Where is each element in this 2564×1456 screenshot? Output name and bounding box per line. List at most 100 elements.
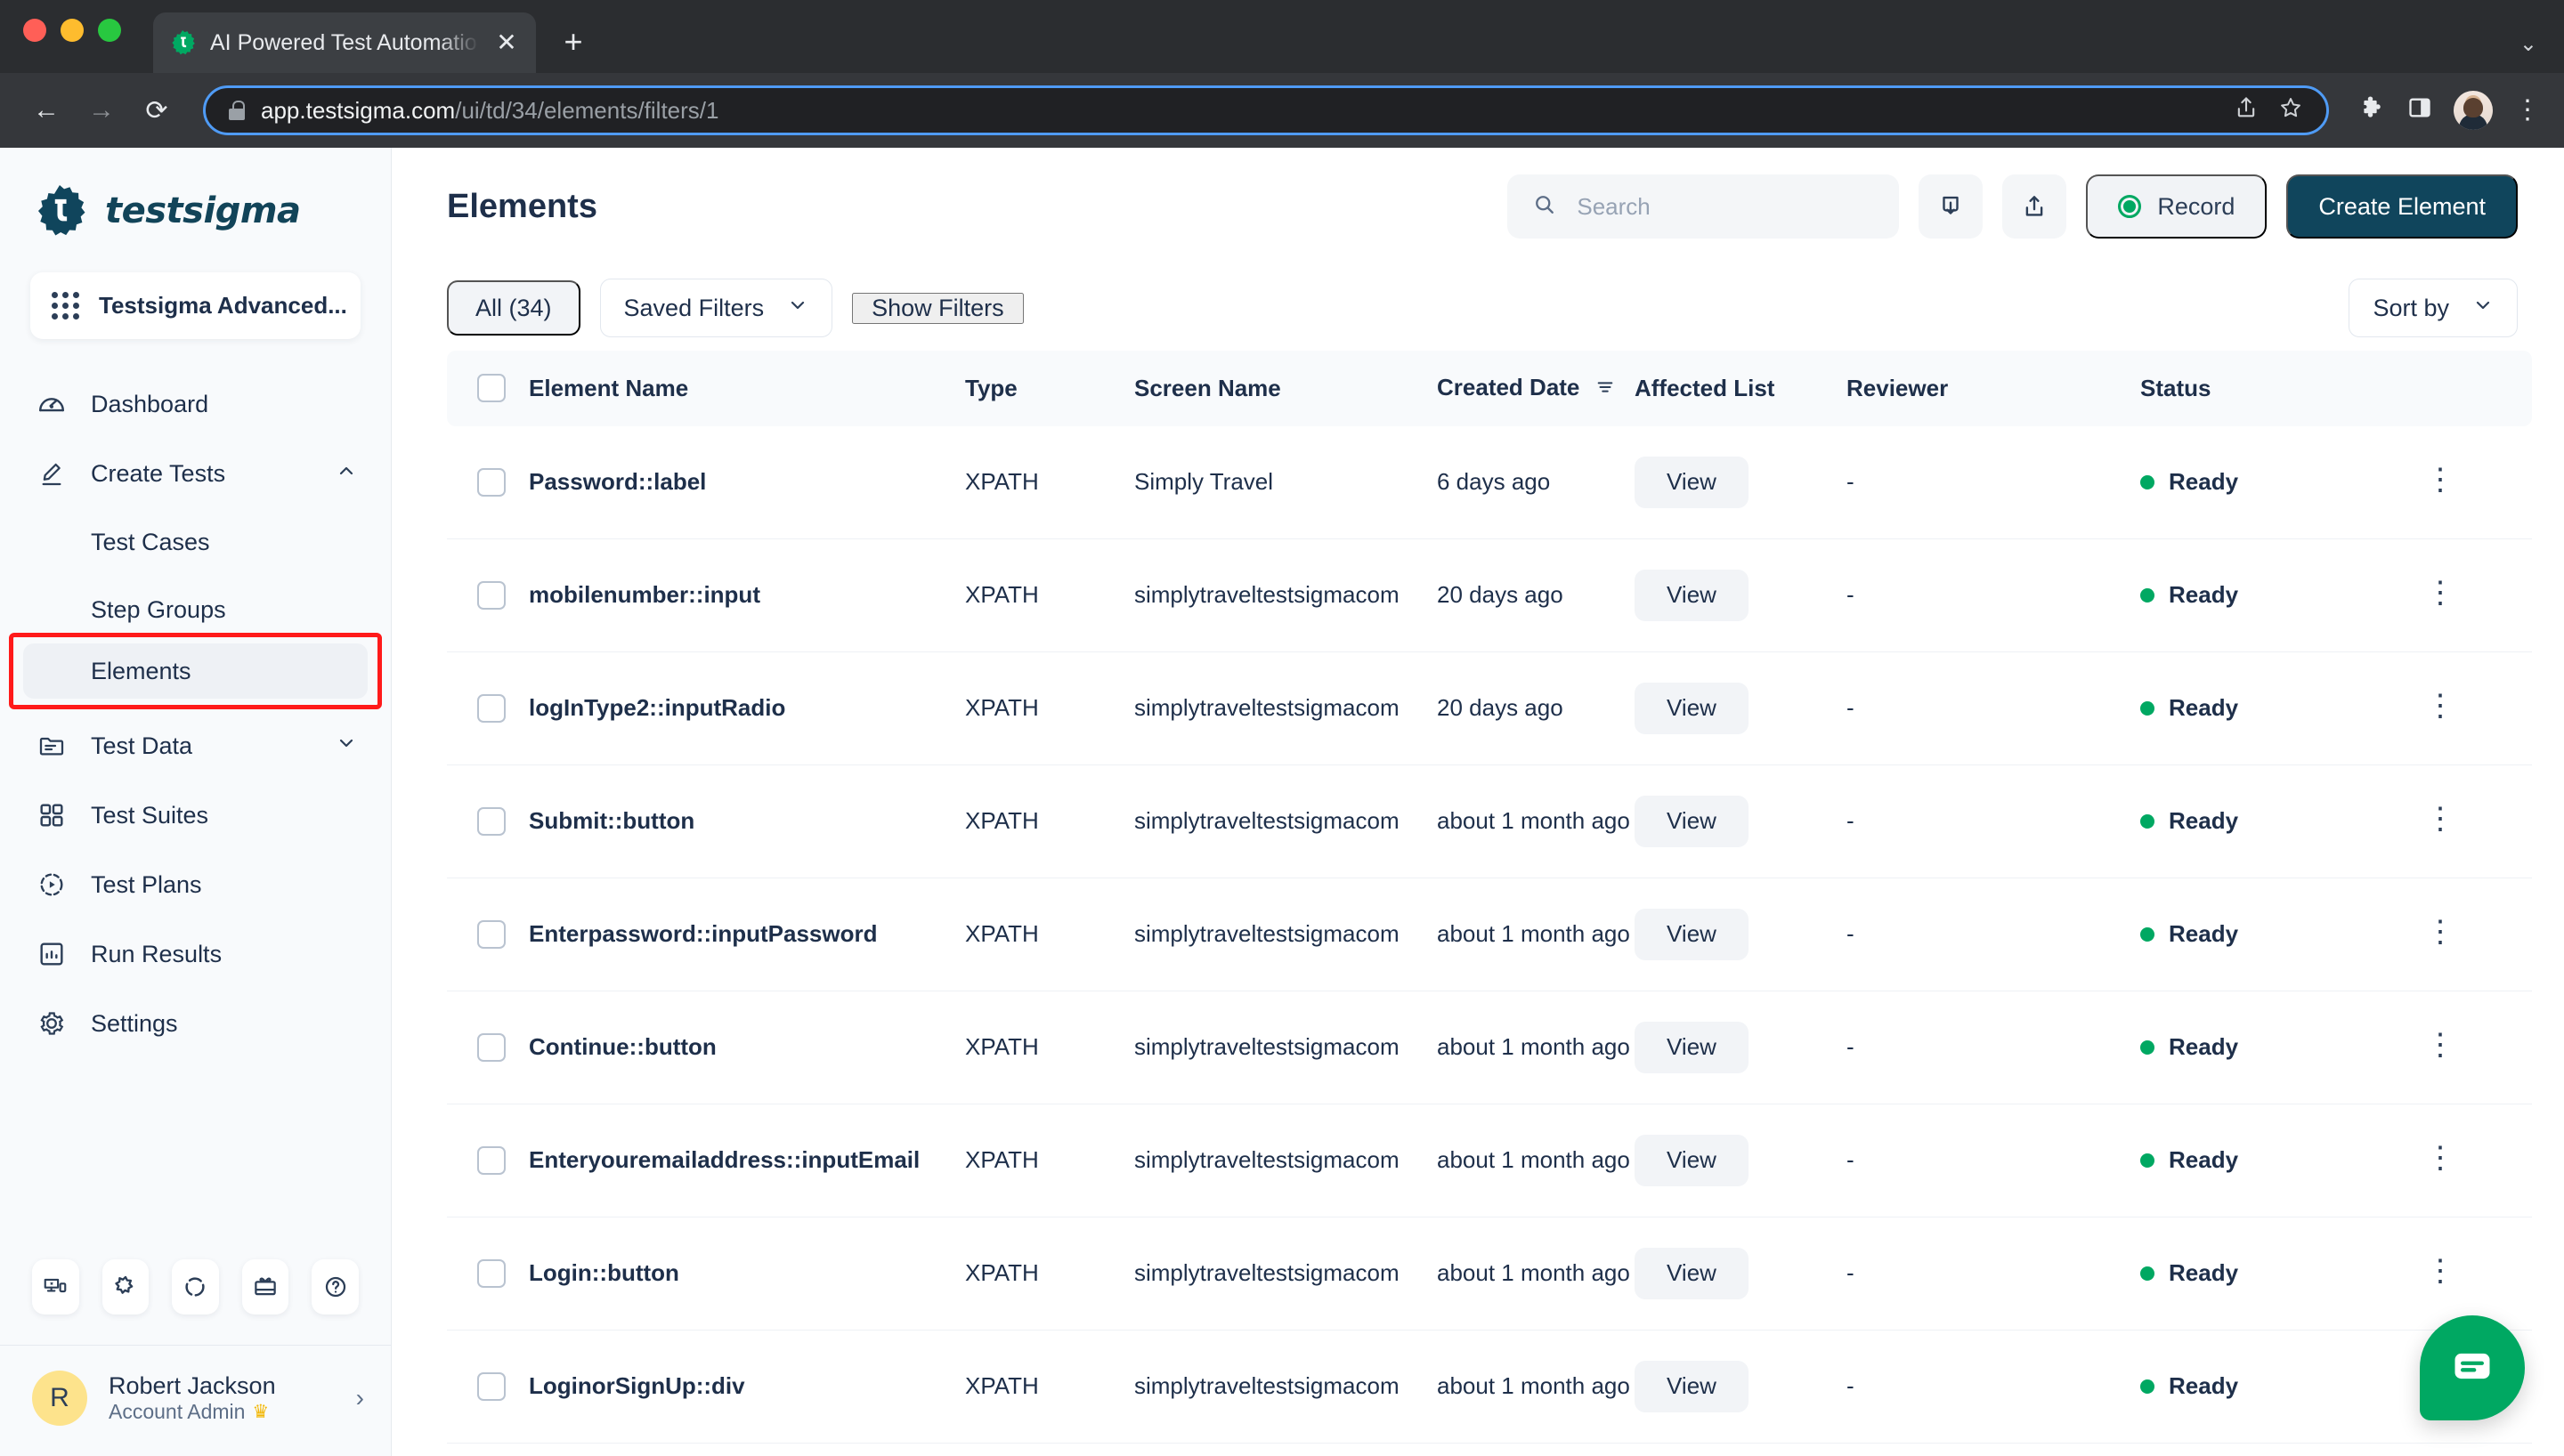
table-row[interactable]: Enterpassword::inputPassword XPATH simplyt… [447, 878, 2532, 991]
sidebar-item-step-groups[interactable]: Step Groups [0, 576, 391, 643]
sort-filter-icon[interactable] [1595, 376, 1615, 403]
column-header-type[interactable]: Type [965, 351, 1134, 426]
column-header-element-name[interactable]: Element Name [529, 351, 965, 426]
reload-button[interactable]: ⟳ [134, 87, 180, 133]
sidebar-item-create-tests[interactable]: Create Tests [0, 439, 391, 508]
view-affected-list-button[interactable]: View [1635, 1247, 1749, 1299]
gift-icon[interactable] [241, 1259, 289, 1314]
table-row[interactable]: mobilenumber::input XPATH simplytraveltest… [447, 538, 2532, 652]
row-checkbox[interactable] [477, 1032, 506, 1062]
workspace-selector[interactable]: Testsigma Advanced... [30, 272, 361, 339]
table-row[interactable]: logInType2::inputRadio XPATH simplytravelt… [447, 651, 2532, 765]
cell-element-name[interactable]: Password::label [529, 425, 965, 539]
user-profile[interactable]: R Robert Jackson Account Admin ♛ › [0, 1345, 391, 1456]
create-element-button[interactable]: Create Element [2286, 174, 2518, 239]
row-kebab-menu-icon[interactable]: ⋮ [2425, 1028, 2455, 1062]
column-header-created-date[interactable]: Created Date [1437, 351, 1635, 426]
cell-element-name[interactable]: logInType2::inputRadio [529, 651, 965, 765]
share-icon[interactable] [2234, 95, 2259, 126]
view-affected-list-button[interactable]: View [1635, 456, 1749, 508]
view-affected-list-button[interactable]: View [1635, 1360, 1749, 1412]
chevron-right-icon[interactable]: › [356, 1384, 364, 1412]
table-row[interactable]: Submit::button XPATH simplytraveltestsigma… [447, 764, 2532, 878]
new-tab-button[interactable]: + [556, 23, 591, 61]
help-circle-icon[interactable] [312, 1259, 359, 1314]
table-row[interactable]: LoginorSignUp::div XPATH simplytraveltests… [447, 1330, 2532, 1444]
view-affected-list-button[interactable]: View [1635, 682, 1749, 734]
close-window-button[interactable] [23, 19, 46, 42]
column-header-affected-list[interactable]: Affected List [1635, 351, 1846, 426]
row-kebab-menu-icon[interactable]: ⋮ [2425, 576, 2455, 610]
row-kebab-menu-icon[interactable]: ⋮ [2425, 802, 2455, 836]
cell-element-name[interactable]: Continue::button [529, 991, 965, 1104]
chrome-profile-avatar[interactable] [2454, 91, 2493, 130]
row-checkbox[interactable] [477, 580, 506, 610]
column-header-reviewer[interactable]: Reviewer [1846, 351, 2140, 426]
cell-element-name[interactable]: Submit::button [529, 764, 965, 878]
view-affected-list-button[interactable]: View [1635, 908, 1749, 960]
forward-button[interactable]: → [78, 87, 125, 133]
puzzle-icon[interactable] [2359, 94, 2386, 127]
row-checkbox[interactable] [477, 693, 506, 723]
saved-filters-dropdown[interactable]: Saved Filters [599, 279, 833, 337]
table-row[interactable]: Continue::button XPATH simplytraveltestsig… [447, 991, 2532, 1104]
column-header-screen-name[interactable]: Screen Name [1134, 351, 1437, 426]
show-filters-button[interactable]: Show Filters [852, 292, 1024, 324]
device-star-icon[interactable] [32, 1259, 79, 1314]
view-affected-list-button[interactable]: View [1635, 1134, 1749, 1186]
chevron-down-icon[interactable]: ⌄ [2519, 31, 2537, 57]
view-affected-list-button[interactable]: View [1635, 1021, 1749, 1073]
cell-element-name[interactable]: mobilenumber::input [529, 538, 965, 652]
sidebar-item-test-data[interactable]: Test Data [0, 711, 391, 781]
sidebar-item-settings[interactable]: Settings [0, 989, 391, 1058]
sidebar-item-test-suites[interactable]: Test Suites [0, 781, 391, 850]
star-icon[interactable] [2278, 95, 2303, 126]
sidebar-item-test-plans[interactable]: Test Plans [0, 850, 391, 919]
select-all-checkbox[interactable] [477, 374, 506, 403]
sidebar-item-test-cases[interactable]: Test Cases [0, 508, 391, 576]
search-box[interactable] [1507, 174, 1900, 239]
cell-element-name[interactable]: LoginorSignUp::div [529, 1330, 965, 1444]
row-checkbox[interactable] [477, 1258, 506, 1288]
row-kebab-menu-icon[interactable]: ⋮ [2425, 1141, 2455, 1175]
minimize-window-button[interactable] [61, 19, 84, 42]
record-button[interactable]: Record [2086, 174, 2268, 239]
cell-element-name[interactable]: Enteryouremailaddress::inputEmail [529, 1104, 965, 1217]
filter-chip-all[interactable]: All (34) [447, 280, 580, 336]
table-row[interactable]: Login::button XPATH simplytraveltestsigmac… [447, 1217, 2532, 1331]
brand-logo[interactable]: testsigma [0, 148, 391, 272]
sidebar-item-elements[interactable]: Elements [23, 643, 368, 699]
view-affected-list-button[interactable]: View [1635, 795, 1749, 847]
back-button[interactable]: ← [23, 87, 69, 133]
row-checkbox[interactable] [477, 1145, 506, 1175]
column-header-status[interactable]: Status [2140, 351, 2425, 426]
table-row[interactable]: Enteryouremailaddress::inputEmail XPATH si… [447, 1104, 2532, 1217]
browser-tab[interactable]: AI Powered Test Automation P ✕ [153, 12, 536, 73]
row-kebab-menu-icon[interactable]: ⋮ [2425, 689, 2455, 723]
row-checkbox[interactable] [477, 1371, 506, 1401]
close-tab-button[interactable]: ✕ [493, 30, 520, 55]
export-upload-icon[interactable] [2002, 174, 2067, 239]
table-row[interactable]: Password::label XPATH Simply Travel 6 days … [447, 425, 2532, 539]
three-dot-menu-icon[interactable]: ⋮ [2514, 97, 2541, 124]
chat-widget-button[interactable] [2420, 1315, 2525, 1420]
sort-by-dropdown[interactable]: Sort by [2349, 279, 2518, 337]
search-input[interactable] [1577, 192, 1875, 221]
row-kebab-menu-icon[interactable]: ⋮ [2425, 915, 2455, 949]
puzzle-icon[interactable] [101, 1259, 150, 1314]
row-kebab-menu-icon[interactable]: ⋮ [2425, 463, 2455, 497]
cell-element-name[interactable]: Login::button [529, 1217, 965, 1331]
cell-element-name[interactable]: Enterpassword::inputPassword [529, 878, 965, 991]
sidebar-item-dashboard[interactable]: Dashboard [0, 369, 391, 439]
row-checkbox[interactable] [477, 919, 506, 949]
side-panel-icon[interactable] [2407, 95, 2432, 126]
sidebar-item-run-results[interactable]: Run Results [0, 919, 391, 989]
row-kebab-menu-icon[interactable]: ⋮ [2425, 1254, 2455, 1288]
row-checkbox[interactable] [477, 467, 506, 497]
address-bar[interactable]: app.testsigma.com/ui/td/34/elements/filt… [203, 85, 2329, 135]
view-affected-list-button[interactable]: View [1635, 569, 1749, 621]
maximize-window-button[interactable] [98, 19, 121, 42]
progress-circle-icon[interactable] [172, 1259, 219, 1314]
row-checkbox[interactable] [477, 806, 506, 836]
import-download-icon[interactable] [1919, 174, 1984, 239]
